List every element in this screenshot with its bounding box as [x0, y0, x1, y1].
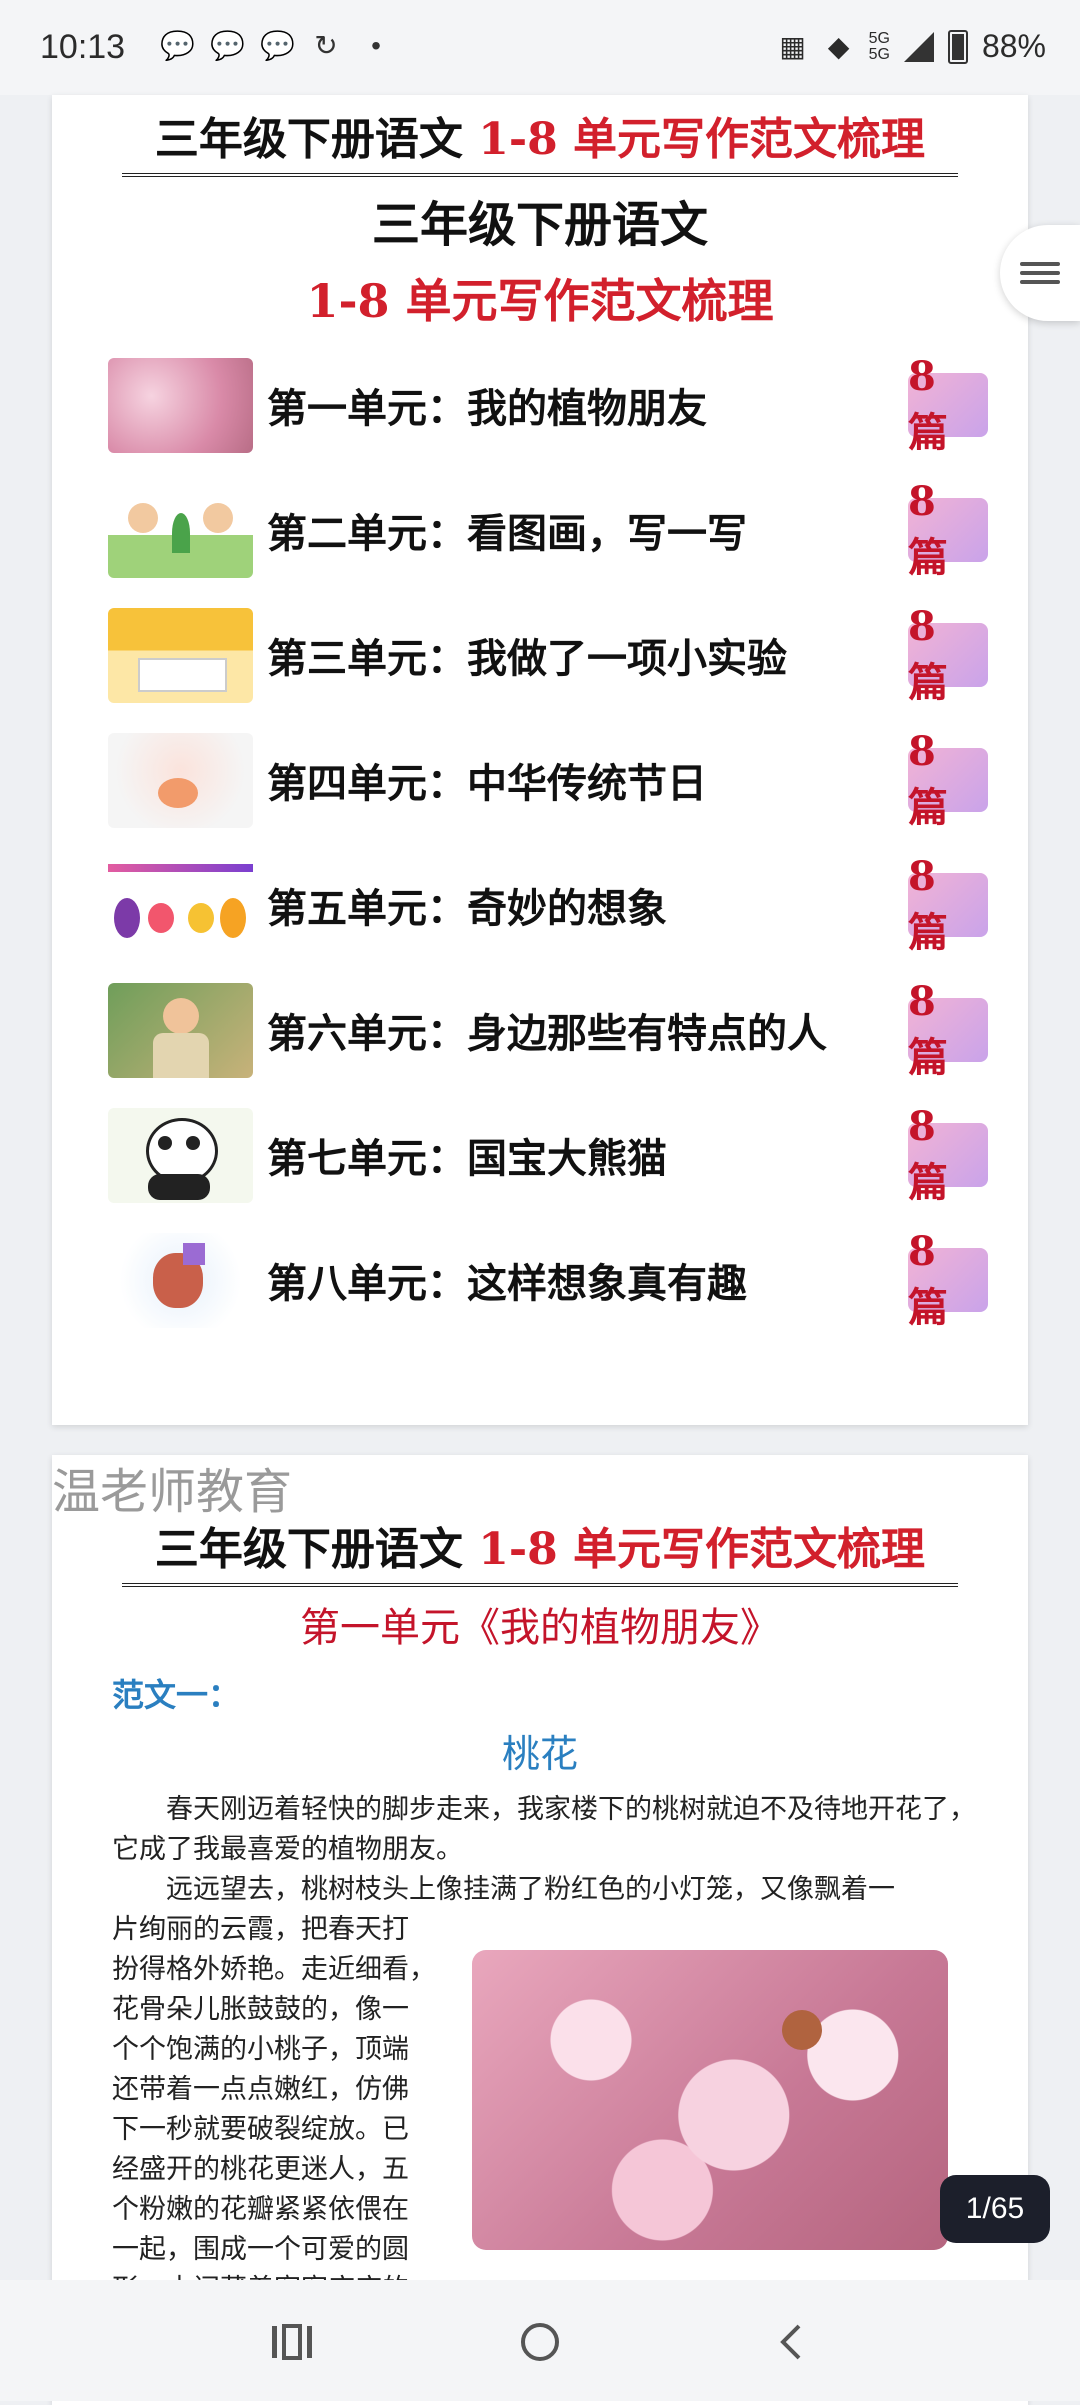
kids-planting-thumbnail	[108, 482, 253, 578]
overview-page: 三年级下册语文 1-8 单元写作范文梳理 三年级下册语文 1-8 单元写作范文梳…	[52, 95, 1028, 1425]
subtitle-units: 1-8 单元写作范文梳理	[306, 274, 774, 328]
unit-row-1[interactable]: 第一单元：我的植物朋友 8 篇	[108, 353, 988, 456]
back-button[interactable]	[760, 2320, 820, 2364]
peach-blossom-image	[472, 1950, 948, 2250]
count-badge: 8 篇	[908, 603, 988, 706]
count-badge: 8 篇	[908, 478, 988, 581]
unit-one-page: 三年级下册语文 1-8 单元写作范文梳理 第一单元《我的植物朋友》 范文一： 桃…	[52, 1455, 1028, 2405]
count-badge: 8 篇	[908, 728, 988, 831]
battery-icon	[947, 29, 968, 64]
peach-blossom-thumbnail	[108, 357, 253, 453]
notification-icons: 💬 💬 💬 ↻ •	[160, 30, 392, 62]
panda-thumbnail	[108, 1107, 253, 1203]
home-icon	[521, 2323, 559, 2361]
count-badge: 8 篇	[908, 353, 988, 456]
unit-row-7[interactable]: 第七单元：国宝大熊猫 8 篇	[108, 1103, 988, 1206]
unit-row-6[interactable]: 第六单元：身边那些有特点的人 8 篇	[108, 978, 988, 1081]
sample-label: 范文一：	[112, 1676, 241, 1714]
festival-thumbnail	[108, 732, 253, 828]
count-badge: 8 篇	[908, 1228, 988, 1331]
page-headline: 三年级下册语文 1-8 单元写作范文梳理	[122, 1513, 958, 1587]
status-bar: 10:13 💬 💬 💬 ↻ • ▦ ◆ 5G 5G 88%	[0, 0, 1080, 95]
clock: 10:13	[40, 28, 126, 66]
recents-icon	[272, 2324, 312, 2360]
count-badge: 8 篇	[908, 853, 988, 956]
wifi-icon: ◆	[827, 30, 850, 62]
signal-icon: 5G 5G	[868, 29, 890, 63]
essay-paragraph-2-wrap: 片绚丽的云霞，把春天打 扮得格外娇艳。走近细看， 花骨朵儿胀鼓鼓的，像一 个个饱…	[112, 1914, 436, 2305]
subtitle-grade: 三年级下册语文	[371, 197, 708, 253]
navigation-bar	[0, 2280, 1080, 2401]
wechat-icon: 💬	[210, 30, 245, 61]
essay-paragraph-2: 远远望去，桃树枝头上像挂满了粉红色的小灯笼，又像飘着一	[166, 1874, 895, 1905]
cell-bars-icon	[903, 31, 934, 62]
page-headline: 三年级下册语文 1-8 单元写作范文梳理	[122, 103, 958, 177]
nfc-icon: ▦	[779, 30, 806, 62]
experiment-thumbnail	[108, 607, 253, 703]
recents-button[interactable]	[262, 2320, 322, 2364]
unit-row-3[interactable]: 第三单元：我做了一项小实验 8 篇	[108, 603, 988, 706]
person-thumbnail	[108, 982, 253, 1078]
sync-icon: ↻	[314, 30, 338, 61]
count-badge: 8 篇	[908, 1103, 988, 1206]
rooster-thumbnail	[108, 1232, 253, 1328]
fruit-characters-thumbnail	[108, 857, 253, 953]
system-icons: ▦ ◆ 5G 5G 88%	[777, 28, 1046, 65]
unit-title: 第一单元《我的植物朋友》	[300, 1605, 780, 1651]
wechat-icon: 💬	[160, 30, 195, 61]
wechat-icon: 💬	[260, 30, 295, 61]
menu-icon	[1020, 257, 1060, 289]
back-icon	[780, 2324, 801, 2360]
unit-row-2[interactable]: 第二单元：看图画，写一写 8 篇	[108, 478, 988, 581]
page-indicator: 1/65	[940, 2175, 1050, 2243]
unit-row-5[interactable]: 第五单元：奇妙的想象 8 篇	[108, 853, 988, 956]
unit-row-8[interactable]: 第八单元：这样想象真有趣 8 篇	[108, 1228, 988, 1331]
watermark: 温老师教育	[52, 1464, 293, 1520]
essay-paragraph-1: 春天刚迈着轻快的脚步走来，我家楼下的桃树就迫不及待地开花了，它成了我最喜爱的植物…	[112, 1794, 976, 1865]
unit-row-4[interactable]: 第四单元：中华传统节日 8 篇	[108, 728, 988, 831]
count-badge: 8 篇	[908, 978, 988, 1081]
dot-icon: •	[371, 30, 381, 61]
home-button[interactable]	[510, 2320, 570, 2364]
battery-percent: 88%	[981, 28, 1046, 64]
essay-title: 桃花	[501, 1732, 578, 1776]
